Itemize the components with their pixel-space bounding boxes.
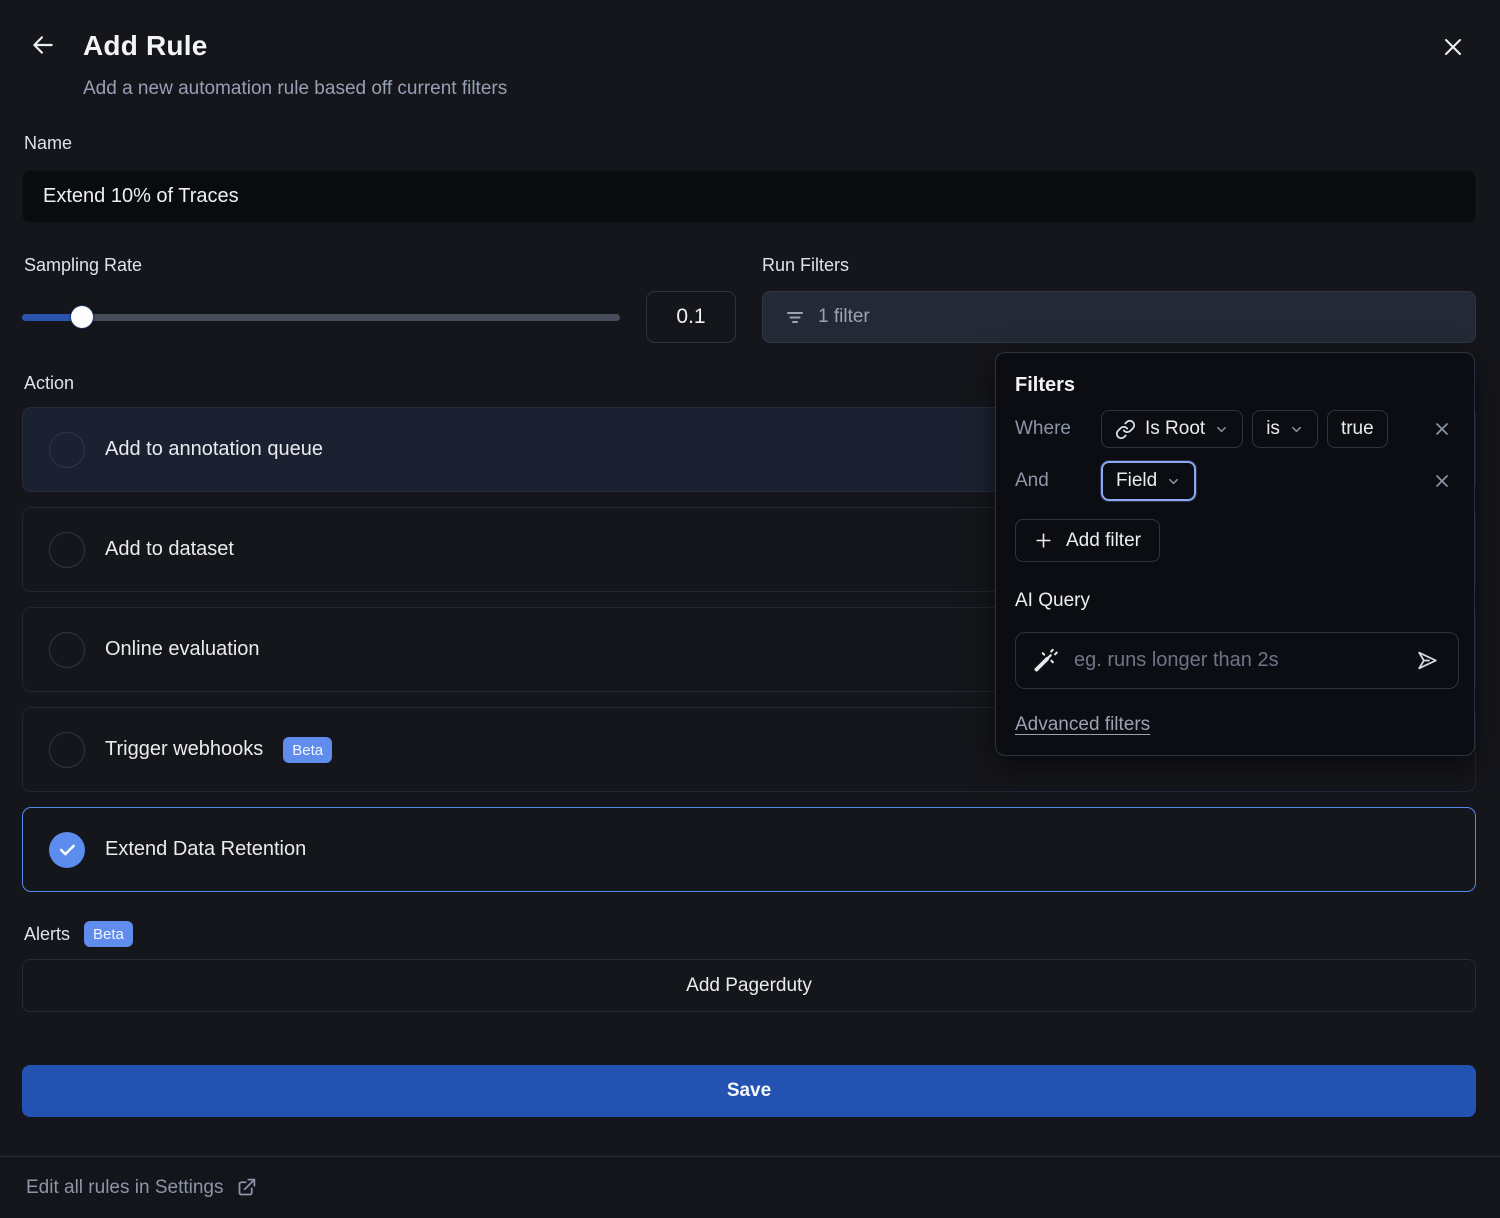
filters-popover: Filters Where Is Root is <box>995 352 1475 756</box>
close-icon <box>1441 35 1467 59</box>
name-input[interactable] <box>22 170 1476 223</box>
action-option-extend-retention[interactable]: Extend Data Retention <box>22 807 1476 892</box>
slider-thumb[interactable] <box>71 306 93 328</box>
footer-link-label: Edit all rules in Settings <box>26 1177 224 1199</box>
option-label: Add to annotation queue <box>105 438 323 461</box>
run-filters-field[interactable]: 1 filter <box>762 291 1476 343</box>
radio-checked[interactable] <box>49 832 85 868</box>
run-filters-label: Run Filters <box>762 255 1476 276</box>
ai-query-label: AI Query <box>1015 590 1454 612</box>
send-icon <box>1414 648 1442 673</box>
sampling-rate-label: Sampling Rate <box>24 255 736 276</box>
filter-pills: Field <box>1101 461 1196 501</box>
filter-icon <box>785 307 805 327</box>
filters-title: Filters <box>1015 374 1454 397</box>
sampling-rate-value[interactable]: 0.1 <box>646 291 736 343</box>
filter-value: true <box>1341 418 1374 440</box>
radio-unchecked[interactable] <box>49 532 85 568</box>
option-label: Extend Data Retention <box>105 838 306 861</box>
sampling-filters-row: Sampling Rate 0.1 Run Filters 1 filter <box>22 255 1476 343</box>
alerts-label: Alerts <box>24 924 70 945</box>
radio-unchecked[interactable] <box>49 632 85 668</box>
beta-badge: Beta <box>84 921 133 947</box>
run-filters-summary: 1 filter <box>818 306 870 328</box>
wand-icon <box>1032 647 1059 674</box>
filter-row-where: Where Is Root is <box>1015 409 1454 449</box>
close-button[interactable] <box>1441 34 1467 60</box>
page-subtitle: Add a new automation rule based off curr… <box>83 78 1500 100</box>
filter-operator-value: is <box>1266 418 1280 440</box>
option-label: Trigger webhooks <box>105 738 263 761</box>
add-pagerduty-button[interactable]: Add Pagerduty <box>22 959 1476 1012</box>
ai-query-input[interactable] <box>1074 649 1399 672</box>
filter-field-dropdown[interactable]: Is Root <box>1101 410 1243 448</box>
filter-operator-dropdown[interactable]: is <box>1252 410 1318 448</box>
filter-row-and: And Field <box>1015 461 1454 501</box>
page-title: Add Rule <box>83 30 1500 62</box>
alerts-header: Alerts Beta <box>24 921 1500 947</box>
name-label: Name <box>24 133 1476 154</box>
sampling-slider[interactable] <box>22 314 620 321</box>
name-section: Name <box>24 133 1476 223</box>
check-icon <box>57 840 77 860</box>
x-remove-icon <box>1432 471 1454 491</box>
radio-unchecked[interactable] <box>49 432 85 468</box>
modal-header: Add Rule Add a new automation rule based… <box>0 0 1500 100</box>
x-remove-icon <box>1432 419 1454 439</box>
send-query-button[interactable] <box>1414 648 1442 674</box>
chevron-down-icon <box>1289 422 1304 437</box>
modal-footer: Edit all rules in Settings <box>0 1156 1500 1218</box>
radio-unchecked[interactable] <box>49 732 85 768</box>
sampling-slider-row: 0.1 <box>22 291 736 343</box>
filter-field-value: Is Root <box>1145 418 1205 440</box>
add-filter-label: Add filter <box>1066 530 1141 552</box>
filter-pills: Is Root is true <box>1101 410 1388 448</box>
link-icon <box>1115 419 1136 440</box>
chevron-down-icon <box>1166 474 1181 489</box>
beta-badge: Beta <box>283 737 332 763</box>
filter-value-field[interactable]: true <box>1327 410 1388 448</box>
option-label: Online evaluation <box>105 638 260 661</box>
plus-icon <box>1034 531 1053 550</box>
filter-field-dropdown-focused[interactable]: Field <box>1101 461 1196 501</box>
add-rule-modal: Add Rule Add a new automation rule based… <box>0 0 1500 1218</box>
run-filters-section: Run Filters 1 filter <box>762 255 1476 343</box>
sampling-section: Sampling Rate 0.1 <box>22 255 736 343</box>
chevron-down-icon <box>1214 422 1229 437</box>
back-arrow-icon <box>28 32 60 58</box>
save-button[interactable]: Save <box>22 1065 1476 1117</box>
edit-rules-settings-link[interactable]: Edit all rules in Settings <box>26 1177 257 1199</box>
back-button[interactable] <box>28 31 60 59</box>
filter-conjunction: Where <box>1015 418 1101 440</box>
filter-field-value: Field <box>1116 470 1157 492</box>
ai-query-field <box>1015 632 1459 689</box>
option-label: Add to dataset <box>105 538 234 561</box>
filter-conjunction: And <box>1015 470 1101 492</box>
remove-filter-button[interactable] <box>1432 470 1454 492</box>
remove-filter-button[interactable] <box>1432 418 1454 440</box>
external-link-icon <box>236 1177 257 1198</box>
advanced-filters-link[interactable]: Advanced filters <box>1015 714 1150 736</box>
add-filter-button[interactable]: Add filter <box>1015 519 1160 562</box>
